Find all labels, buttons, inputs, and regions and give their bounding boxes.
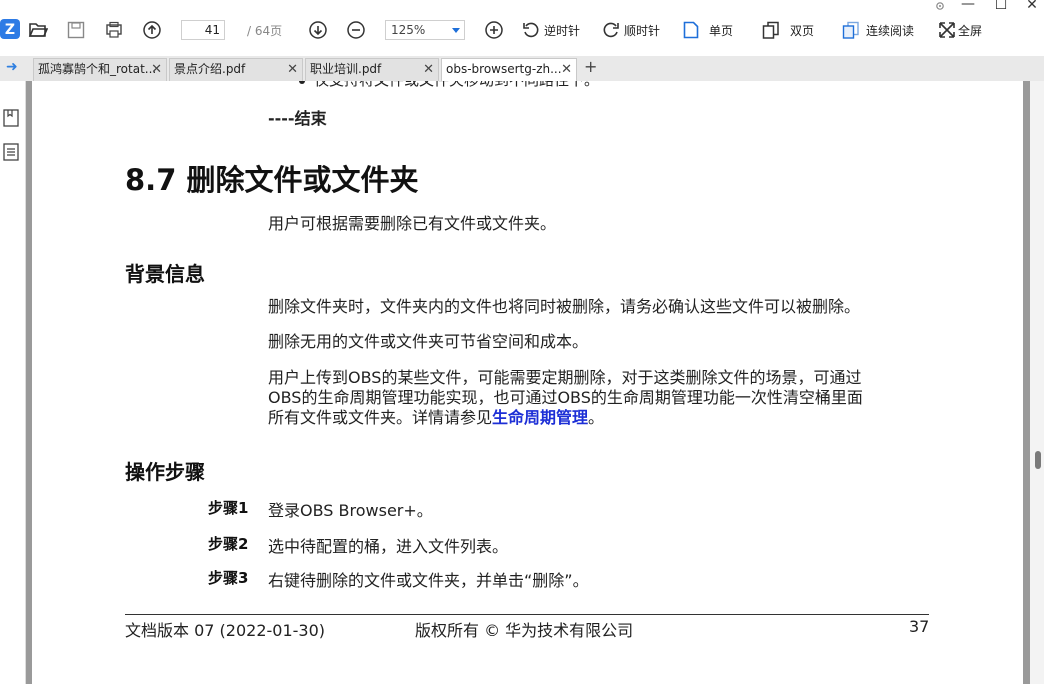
fullscreen-button[interactable]: 全屏 — [938, 19, 982, 41]
vertical-scrollbar[interactable] — [1030, 81, 1044, 684]
open-folder-icon[interactable] — [28, 20, 48, 40]
app-logo-icon: Z — [0, 19, 20, 39]
background-paragraph-1: 删除文件夹时，文件夹内的文件也将同时被删除，请务必确认这些文件可以被删除。 — [268, 297, 861, 316]
lifecycle-management-link[interactable]: 生命周期管理 — [492, 408, 588, 427]
single-page-label: 单页 — [709, 23, 734, 38]
step-3-text: 右键待删除的文件或文件夹，并单击“删除”。 — [268, 571, 589, 590]
pdf-page: 仅支持将文件或文件夹移动到不同路径下。 ----结束 8.7 删除文件或文件夹 … — [32, 81, 1023, 684]
bookmark-icon[interactable] — [3, 109, 19, 127]
double-page-icon — [762, 21, 779, 39]
page-total-label: / 64页 — [247, 24, 283, 38]
continuous-read-label: 连续阅读 — [866, 23, 915, 38]
step-1-label: 步骤1 — [208, 499, 249, 517]
footer-copyright: 版权所有 © 华为技术有限公司 — [415, 621, 634, 640]
viewer-right-margin — [1023, 81, 1030, 684]
close-icon[interactable]: ✕ — [423, 59, 434, 80]
step-2-label: 步骤2 — [208, 535, 249, 553]
double-page-button[interactable]: 双页 — [762, 19, 814, 41]
tab-document-3[interactable]: 职业培训.pdf ✕ — [305, 58, 439, 81]
next-page-icon[interactable] — [308, 20, 328, 40]
rotate-ccw-button[interactable]: 逆时针 — [522, 19, 580, 41]
save-icon[interactable] — [66, 20, 86, 40]
paragraph-text: 。 — [588, 408, 605, 427]
page-number-input[interactable]: 41 — [181, 20, 225, 40]
settings-gear-icon[interactable] — [933, 0, 947, 12]
steps-heading: 操作步骤 — [125, 460, 205, 484]
section-intro: 用户可根据需要删除已有文件或文件夹。 — [268, 214, 557, 233]
print-icon[interactable] — [104, 20, 124, 40]
rotate-cw-label: 顺时针 — [624, 23, 661, 38]
rotate-ccw-icon — [523, 22, 539, 38]
rotate-ccw-label: 逆时针 — [544, 23, 581, 38]
close-window-button[interactable]: ✕ — [1020, 0, 1044, 13]
main-toolbar: Z 41 / 64页 125% 逆时针 顺时针 单页 双页 连续阅读 全屏 — … — [0, 0, 1044, 56]
svg-text:Z: Z — [5, 22, 15, 38]
tab-document-2[interactable]: 景点介绍.pdf ✕ — [169, 58, 303, 81]
previous-page-icon[interactable] — [142, 20, 162, 40]
chevron-down-icon — [452, 28, 460, 33]
tab-label: 景点介绍.pdf — [174, 62, 246, 76]
previous-bullet-text: 仅支持将文件或文件夹移动到不同路径下。 — [298, 81, 599, 90]
zoom-select[interactable]: 125% — [385, 20, 465, 40]
fullscreen-icon — [939, 22, 955, 38]
step-3-label: 步骤3 — [208, 569, 249, 587]
double-page-label: 双页 — [790, 23, 815, 38]
footer-doc-version: 文档版本 07 (2022-01-30) — [125, 621, 326, 640]
footer-divider — [125, 614, 929, 615]
background-heading: 背景信息 — [125, 262, 205, 286]
left-sidebar — [0, 81, 26, 684]
rotate-cw-icon — [603, 22, 619, 38]
single-page-icon — [683, 21, 699, 39]
zoom-out-icon[interactable] — [346, 20, 366, 40]
tab-document-1[interactable]: 孤鸿寡鹄个和_rotat... ✕ — [33, 58, 167, 81]
background-paragraph-3: 用户上传到OBS的某些文件，可能需要定期删除，对于这类删除文件的场景，可通过 O… — [268, 368, 928, 428]
arrow-right-icon[interactable]: ➜ — [6, 59, 18, 75]
close-icon[interactable]: ✕ — [287, 59, 298, 80]
fullscreen-label: 全屏 — [958, 23, 983, 38]
tab-label: obs-browsertg-zh... — [446, 62, 562, 76]
zoom-value: 125% — [391, 23, 426, 37]
background-paragraph-2: 删除无用的文件或文件夹可节省空间和成本。 — [268, 332, 589, 351]
continuous-read-button[interactable]: 连续阅读 — [842, 19, 914, 41]
zoom-in-icon[interactable] — [484, 20, 504, 40]
paragraph-line: 用户上传到OBS的某些文件，可能需要定期删除，对于这类删除文件的场景，可通过 — [268, 368, 862, 387]
paragraph-line: OBS的生命周期管理功能实现，也可通过OBS的生命周期管理功能一次性清空桶里面 — [268, 388, 863, 407]
outline-list-icon[interactable] — [3, 143, 19, 161]
new-tab-button[interactable]: + — [584, 57, 597, 76]
minimize-button[interactable]: — — [956, 0, 980, 12]
continuous-read-icon — [842, 21, 859, 39]
paragraph-text: 所有文件或文件夹。详情请参见 — [268, 408, 493, 427]
section-end-mark: ----结束 — [268, 109, 327, 128]
rotate-cw-button[interactable]: 顺时针 — [602, 19, 660, 41]
tab-document-4-active[interactable]: obs-browsertg-zh... ✕ — [441, 58, 577, 81]
step-2-text: 选中待配置的桶，进入文件列表。 — [268, 537, 509, 556]
tab-label: 职业培训.pdf — [310, 62, 382, 76]
tab-label: 孤鸿寡鹄个和_rotat... — [38, 62, 157, 76]
maximize-button[interactable]: ☐ — [989, 0, 1013, 13]
step-1-text: 登录OBS Browser+。 — [268, 501, 433, 520]
scrollbar-thumb[interactable] — [1035, 451, 1041, 469]
close-icon[interactable]: ✕ — [151, 59, 162, 80]
paragraph-line: 所有文件或文件夹。详情请参见生命周期管理。 — [268, 408, 928, 428]
close-icon[interactable]: ✕ — [561, 59, 572, 80]
section-heading: 8.7 删除文件或文件夹 — [125, 163, 419, 197]
single-page-button[interactable]: 单页 — [683, 19, 733, 41]
footer-page-number: 37 — [909, 617, 930, 636]
document-tab-bar: ➜ 孤鸿寡鹄个和_rotat... ✕ 景点介绍.pdf ✕ 职业培训.pdf … — [0, 56, 1044, 81]
